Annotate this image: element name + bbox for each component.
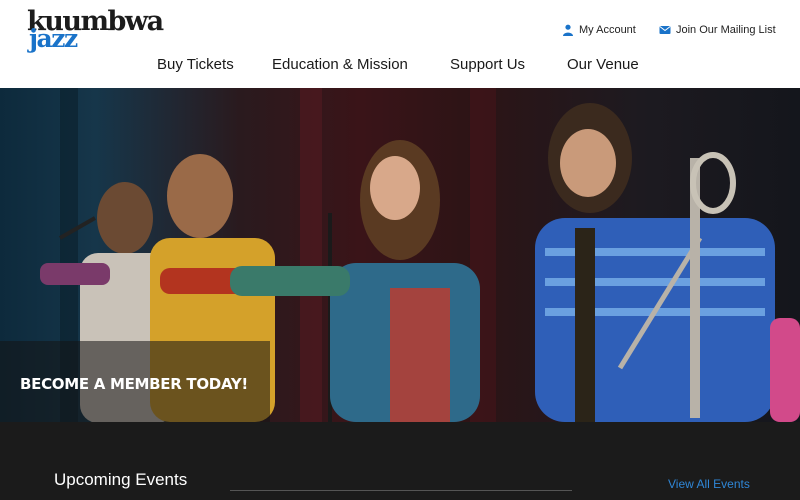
- my-account-link[interactable]: My Account: [562, 22, 636, 38]
- become-member-cta[interactable]: BECOME A MEMBER TODAY!: [20, 375, 248, 393]
- view-all-events-link[interactable]: View All Events: [668, 477, 750, 491]
- nav-education-mission[interactable]: Education & Mission: [272, 56, 408, 73]
- hero-banner: BECOME A MEMBER TODAY!: [0, 88, 800, 422]
- person-icon: [563, 24, 573, 36]
- site-header: kuumbwa jazz My Account Join Our Mailing…: [0, 0, 800, 88]
- mailing-list-label: Join Our Mailing List: [676, 24, 776, 36]
- mailing-list-link[interactable]: Join Our Mailing List: [659, 22, 776, 38]
- nav-our-venue[interactable]: Our Venue: [567, 56, 639, 73]
- nav-buy-tickets[interactable]: Buy Tickets: [157, 56, 234, 73]
- upcoming-events-heading: Upcoming Events: [54, 470, 188, 489]
- nav-support-us[interactable]: Support Us: [450, 56, 525, 73]
- kuumbwa-jazz-logo[interactable]: kuumbwa jazz: [27, 8, 187, 54]
- logo-word-jazz: jazz: [29, 24, 78, 53]
- envelope-icon: [659, 26, 671, 34]
- events-divider: [230, 490, 572, 491]
- my-account-label: My Account: [579, 24, 636, 36]
